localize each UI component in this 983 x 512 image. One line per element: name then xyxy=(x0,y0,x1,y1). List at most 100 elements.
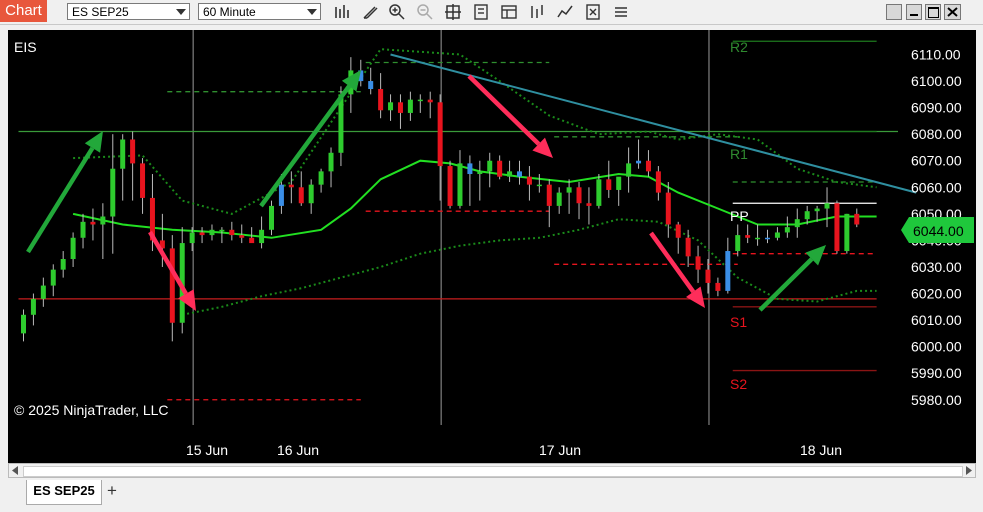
candle-body xyxy=(685,237,691,257)
chart-titlebar: Chart ES SEP25 60 Minute xyxy=(0,0,983,25)
candle-body xyxy=(715,282,721,291)
y-axis-tick-label: 6000.00 xyxy=(911,339,962,355)
maximize-icon[interactable] xyxy=(925,4,941,20)
candle-body xyxy=(487,160,493,172)
candle-body xyxy=(189,232,195,244)
zoom-out-icon[interactable] xyxy=(416,3,434,21)
candle-body xyxy=(497,160,503,177)
instrument-label: EIS xyxy=(14,39,37,55)
candle-body xyxy=(765,237,770,240)
pivot-label-r1: R1 xyxy=(730,146,748,162)
candle-body xyxy=(40,285,46,299)
last-price-tag: 6044.00 xyxy=(901,217,974,243)
candle-body xyxy=(626,163,632,177)
y-axis-tick-label: 6030.00 xyxy=(911,259,962,275)
interval-selector[interactable]: 60 Minute xyxy=(198,3,321,20)
candle-body xyxy=(219,229,225,232)
candle-body xyxy=(755,237,761,240)
candle-body xyxy=(378,89,384,111)
candle-body xyxy=(735,235,741,252)
candle-body xyxy=(288,184,294,188)
pivot-label-r2: R2 xyxy=(730,39,748,55)
candle-body xyxy=(794,219,800,228)
pivot-label-pp: PP xyxy=(730,208,749,224)
y-axis-tick-label: 6090.00 xyxy=(911,100,962,116)
candle-body xyxy=(616,176,622,190)
y-axis-tick-label: 6070.00 xyxy=(911,153,962,169)
y-axis-tick-label: 6010.00 xyxy=(911,312,962,328)
x-axis-tick-label: 15 Jun xyxy=(186,442,228,458)
instrument-selector-value: ES SEP25 xyxy=(72,5,129,19)
y-axis-tick-label: 6100.00 xyxy=(911,73,962,89)
candle-body xyxy=(457,163,463,206)
candle-body xyxy=(556,192,562,206)
candle-body xyxy=(130,139,136,164)
indicator-icon[interactable] xyxy=(556,3,574,21)
restore-icon[interactable] xyxy=(886,4,902,20)
candle-body xyxy=(328,152,334,172)
candle-body xyxy=(249,237,255,244)
candle-body xyxy=(705,269,711,283)
candle-body xyxy=(536,184,542,187)
horizontal-scrollbar[interactable] xyxy=(8,463,976,478)
candle-body xyxy=(269,205,274,230)
candle-body xyxy=(814,208,820,212)
candle-body xyxy=(804,211,810,220)
candle-body xyxy=(517,171,522,177)
y-axis-tick-label: 6060.00 xyxy=(911,179,962,195)
pencil-icon[interactable] xyxy=(361,3,379,21)
candle-body xyxy=(546,184,552,206)
candle-body xyxy=(606,179,612,190)
candle-body xyxy=(566,187,572,193)
candle-body xyxy=(417,99,423,102)
copyright-text: © 2025 NinjaTrader, LLC xyxy=(14,402,169,418)
last-price-value: 6044.00 xyxy=(913,223,964,239)
candle-body xyxy=(169,248,175,323)
candle-body xyxy=(80,221,86,238)
candle-body xyxy=(199,232,205,236)
candle-body xyxy=(60,259,66,270)
pivot-label-s2: S2 xyxy=(730,376,747,392)
candle-body xyxy=(665,192,671,225)
chevron-down-icon xyxy=(307,9,317,15)
trend-arrow-head xyxy=(686,286,705,308)
zoom-in-icon[interactable] xyxy=(388,3,406,21)
candle-body xyxy=(695,256,701,270)
instrument-tab[interactable]: ES SEP25 xyxy=(26,480,102,505)
candle-body xyxy=(209,229,215,236)
chart-window-tab[interactable]: Chart xyxy=(0,0,47,22)
properties-icon[interactable] xyxy=(584,3,602,21)
scroll-right-icon[interactable] xyxy=(965,466,973,475)
strategy-icon[interactable] xyxy=(528,3,546,21)
scroll-left-icon[interactable] xyxy=(11,466,19,475)
candle-body xyxy=(90,221,96,225)
candle-body xyxy=(140,163,146,198)
chart-panel[interactable]: 6110.00 6100.00 6090.00 6080.00 6070.00 6060.… xyxy=(8,30,976,463)
bar-chart-icon[interactable] xyxy=(333,3,351,21)
candle-body xyxy=(477,171,483,175)
candle-body xyxy=(675,224,681,238)
x-axis-tick-label: 16 Jun xyxy=(277,442,319,458)
scrollbar-thumb[interactable] xyxy=(23,466,963,477)
add-tab-icon[interactable]: + xyxy=(104,482,120,500)
candle-body xyxy=(368,81,374,90)
y-axis-tick-label: 5990.00 xyxy=(911,365,962,381)
price-chart[interactable]: 6110.00 6100.00 6090.00 6080.00 6070.00 6060.… xyxy=(8,30,976,463)
y-axis-tick-label: 6080.00 xyxy=(911,126,962,142)
candle-body xyxy=(239,235,245,238)
candle-body xyxy=(784,227,790,233)
close-icon[interactable] xyxy=(944,4,961,20)
candle-body xyxy=(774,232,780,238)
candle-body xyxy=(596,179,602,206)
instrument-selector[interactable]: ES SEP25 xyxy=(67,3,190,20)
data-box-icon[interactable] xyxy=(500,3,518,21)
more-icon[interactable] xyxy=(612,3,630,21)
candle-body xyxy=(854,213,860,225)
template-icon[interactable] xyxy=(472,3,490,21)
candle-body xyxy=(30,298,36,315)
candle-body xyxy=(526,176,532,185)
trend-arrow-shaft xyxy=(467,74,541,146)
minimize-icon[interactable] xyxy=(906,4,922,20)
crosshair-icon[interactable] xyxy=(444,3,462,21)
candle-body xyxy=(308,184,314,204)
